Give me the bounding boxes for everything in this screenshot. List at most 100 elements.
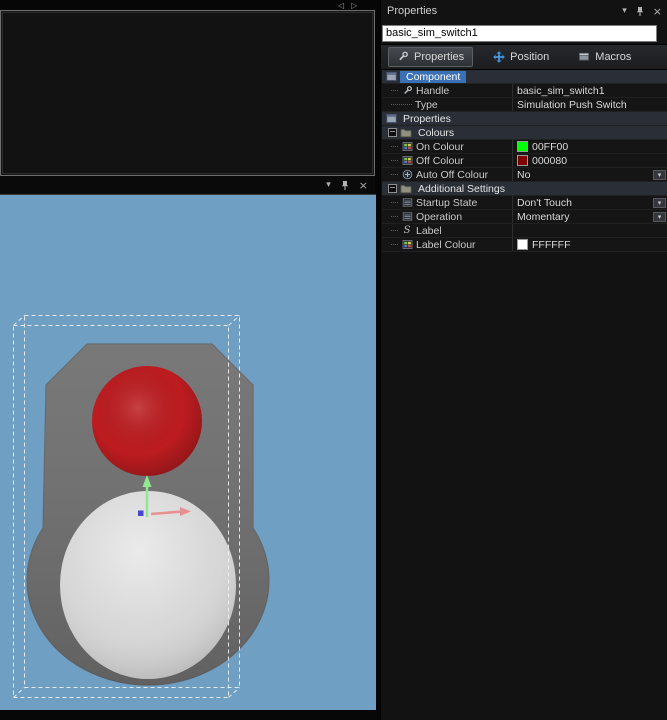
value-text: basic_sim_switch1	[517, 84, 605, 97]
section-row-component[interactable]: Component	[382, 70, 667, 84]
property-row-operation[interactable]: Operation Momentary ▾	[382, 210, 667, 224]
property-row-on-colour[interactable]: On Colour 00FF00	[382, 140, 667, 154]
property-value: Simulation Push Switch	[513, 98, 667, 111]
section-label: Properties	[403, 112, 451, 125]
bottom-strip	[0, 710, 376, 720]
property-row-handle[interactable]: Handle basic_sim_switch1	[382, 84, 667, 98]
properties-panel: Properties ▾ × Properties Position	[380, 0, 667, 720]
tab-label: Properties	[414, 50, 465, 63]
folder-row-colours[interactable]: − Colours	[382, 126, 667, 140]
macros-icon	[578, 51, 590, 63]
property-label: Type	[415, 98, 438, 111]
tab-macros[interactable]: Macros	[569, 47, 640, 67]
tree-line	[391, 202, 398, 203]
dropdown-button[interactable]: ▾	[653, 197, 666, 208]
component-form-icon	[385, 71, 397, 83]
property-label: Startup State	[416, 196, 478, 209]
tree-line	[391, 216, 398, 217]
folder-label: Colours	[418, 126, 455, 139]
properties-panel-header: Properties ▾ ×	[381, 0, 667, 22]
property-label: Operation	[416, 210, 463, 223]
upper-editor-window[interactable]	[0, 10, 375, 176]
3d-viewport[interactable]	[0, 194, 376, 711]
palette-icon	[401, 155, 413, 167]
nav-back-icon[interactable]: ◁	[338, 1, 344, 10]
property-value[interactable]	[513, 224, 667, 237]
colour-swatch[interactable]	[517, 155, 528, 166]
property-label: Auto Off Colour	[416, 168, 489, 181]
collapse-icon[interactable]: −	[388, 128, 397, 137]
property-row-startup-state[interactable]: Startup State Don't Touch ▾	[382, 196, 667, 210]
property-label: Off Colour	[416, 154, 464, 167]
property-grid: Component Handle basic_sim_switch1 Type	[382, 70, 667, 252]
property-value[interactable]: No ▾	[513, 168, 667, 181]
folder-icon	[400, 183, 412, 195]
panel-title: Properties	[387, 5, 438, 17]
tab-properties[interactable]: Properties	[388, 46, 474, 67]
dock-menu-icon[interactable]: ▾	[326, 180, 331, 190]
tree-line	[391, 146, 398, 147]
folder-row-additional-settings[interactable]: − Additional Settings	[382, 182, 667, 196]
tree-line	[391, 230, 398, 231]
property-row-off-colour[interactable]: Off Colour 000080	[382, 154, 667, 168]
property-row-type[interactable]: Type Simulation Push Switch	[382, 98, 667, 112]
tree-line	[391, 104, 412, 105]
folder-label: Additional Settings	[418, 182, 505, 195]
move-arrows-icon	[493, 50, 506, 63]
property-row-auto-off-colour[interactable]: Auto Off Colour No ▾	[382, 168, 667, 182]
list-icon	[401, 197, 413, 209]
label-script-icon: S	[403, 224, 411, 236]
red-button	[92, 366, 202, 476]
panel-pin-icon[interactable]	[635, 6, 645, 17]
section-label: Component	[400, 70, 467, 83]
properties-form-icon	[385, 113, 397, 125]
colour-swatch[interactable]	[517, 239, 528, 250]
folder-icon	[400, 127, 412, 139]
palette-icon	[401, 141, 413, 153]
value-text: Don't Touch	[517, 196, 572, 209]
property-value[interactable]: Don't Touch ▾	[513, 196, 667, 209]
tab-label: Macros	[595, 50, 632, 63]
component-name-input[interactable]	[382, 24, 657, 42]
collapse-icon[interactable]: −	[388, 184, 397, 193]
property-value[interactable]: basic_sim_switch1	[513, 84, 667, 97]
value-text: FFFFFF	[532, 238, 571, 251]
tab-label: Position	[510, 50, 550, 63]
property-value[interactable]: Momentary ▾	[513, 210, 667, 223]
list-icon	[401, 211, 413, 223]
value-text: No	[517, 168, 531, 181]
panel-tabs: Properties Position Macros	[381, 43, 667, 70]
panel-menu-icon[interactable]: ▾	[622, 6, 627, 16]
tree-line	[391, 90, 398, 91]
wrench-icon	[401, 85, 413, 97]
viewport-dock-bar: ▾ ×	[0, 176, 375, 194]
value-text: 000080	[532, 154, 568, 167]
dock-pin-icon[interactable]	[340, 180, 350, 191]
property-row-label[interactable]: S Label	[382, 224, 667, 238]
wrench-icon	[397, 51, 409, 63]
property-value[interactable]: 00FF00	[513, 140, 667, 153]
3d-scene	[0, 195, 376, 711]
panel-close-icon[interactable]: ×	[653, 6, 662, 17]
property-row-label-colour[interactable]: Label Colour FFFFFF	[382, 238, 667, 252]
plus-circle-icon	[401, 169, 413, 181]
tree-line	[391, 174, 398, 175]
switch-dome	[60, 491, 236, 679]
property-value[interactable]: FFFFFF	[513, 238, 667, 251]
tree-line	[391, 244, 398, 245]
dropdown-button[interactable]: ▾	[653, 169, 666, 180]
value-text: Simulation Push Switch	[517, 98, 627, 111]
property-label: Label Colour	[416, 238, 476, 251]
colour-swatch[interactable]	[517, 141, 528, 152]
property-label: On Colour	[416, 140, 464, 153]
property-value[interactable]: 000080	[513, 154, 667, 167]
upper-editor-canvas[interactable]	[2, 12, 373, 174]
dock-close-icon[interactable]: ×	[359, 180, 368, 191]
tab-position[interactable]: Position	[484, 47, 558, 67]
palette-icon	[401, 239, 413, 251]
nav-forward-icon[interactable]: ▷	[351, 1, 357, 10]
tree-line	[391, 160, 398, 161]
section-row-properties[interactable]: Properties	[382, 112, 667, 126]
dropdown-button[interactable]: ▾	[653, 211, 666, 222]
property-label: Label	[416, 224, 442, 237]
